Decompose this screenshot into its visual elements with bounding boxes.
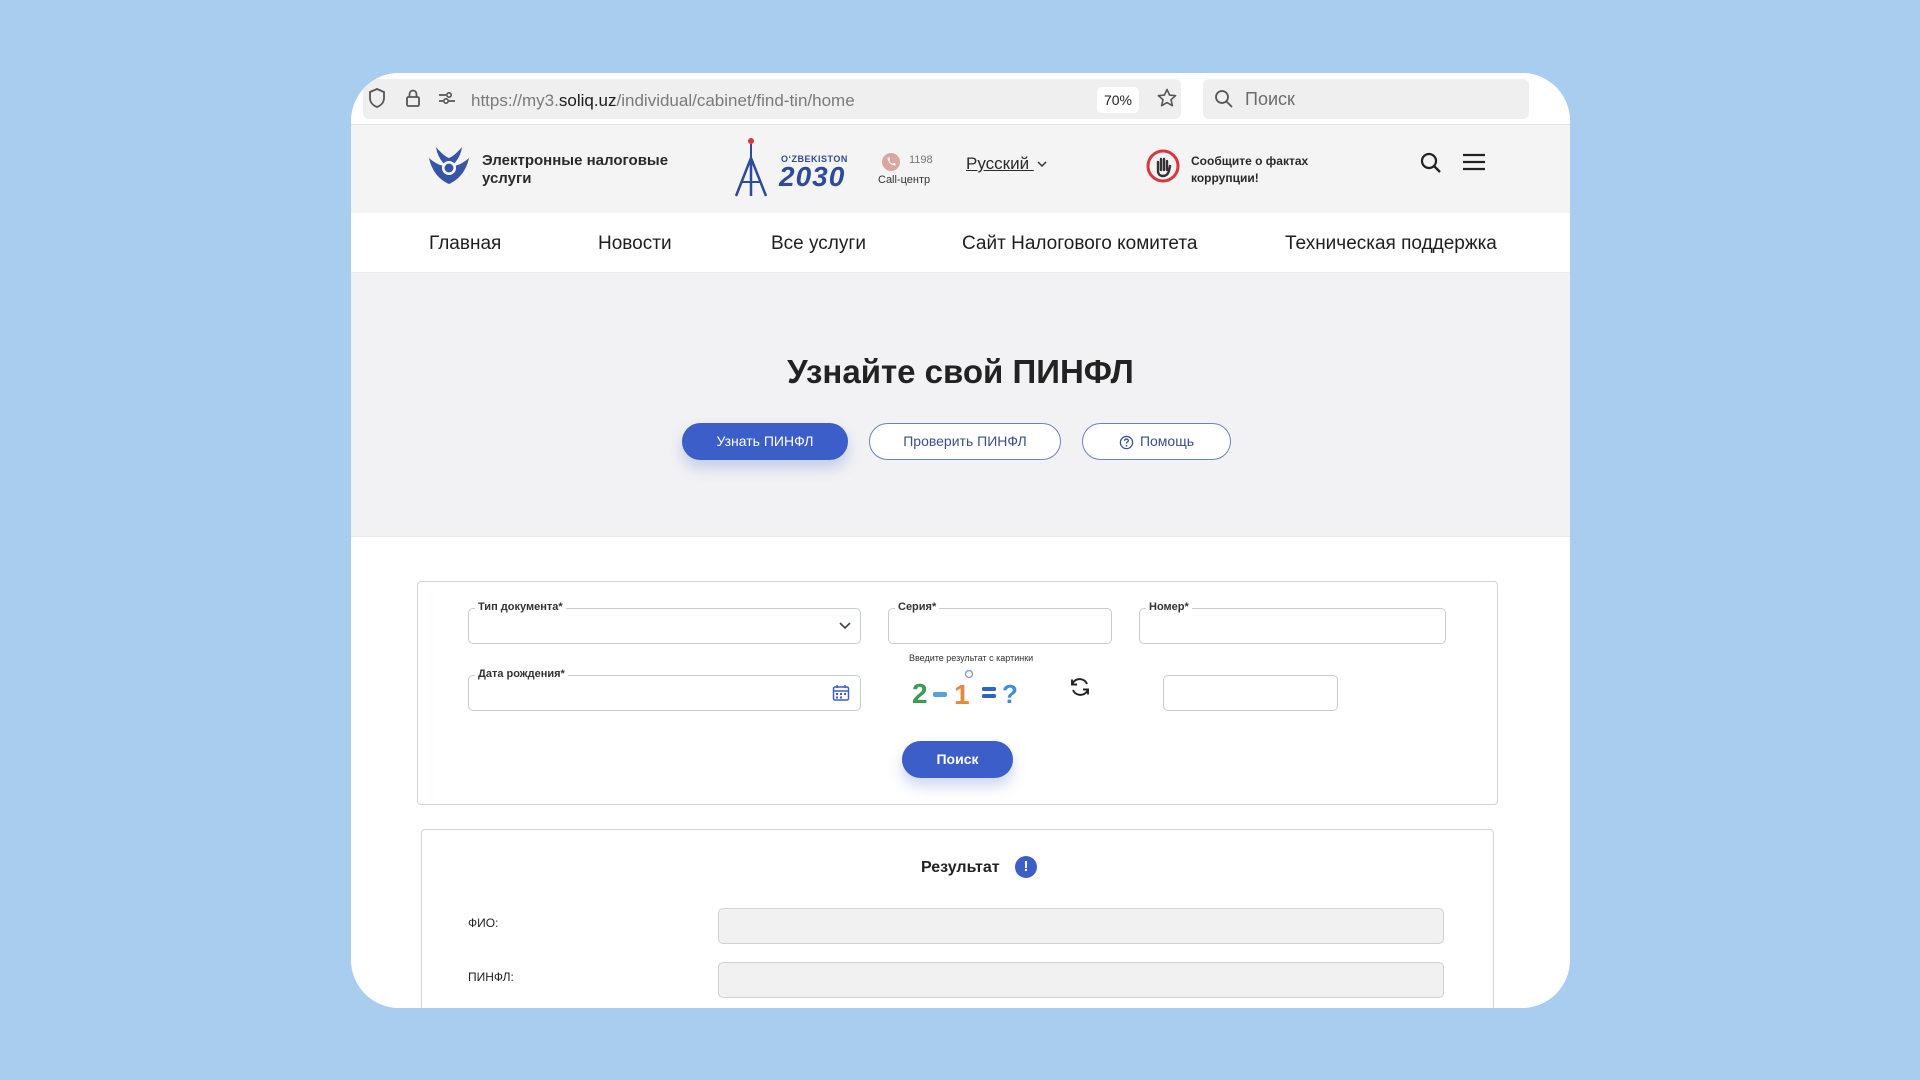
fio-output-field [718,908,1444,944]
help-label: Помощь [1139,433,1195,449]
nav-item-home[interactable]: Главная [429,233,501,255]
info-icon[interactable]: ! [1015,856,1037,878]
captcha-image: 2 1 ? [912,669,1018,709]
refresh-captcha-icon[interactable] [1068,675,1092,699]
call-center-number[interactable]: 1198 [909,154,933,166]
page-title: Узнайте свой ПИНФЛ [787,353,1134,390]
tv-tower-icon [734,138,768,197]
nav-item-support[interactable]: Техническая поддержка [1285,233,1497,255]
document-type-label: Тип документа* [475,601,566,613]
uzbekistan-2030-year: 2030 [779,161,846,192]
browser-toolbar: https://my3.soliq.uz/individual/cabinet/… [351,73,1570,125]
calendar-icon[interactable] [832,684,850,702]
url-text: https://my3.soliq.uz/individual/cabinet/… [471,91,855,110]
zoom-level-badge[interactable]: 70% [1097,87,1139,113]
birth-date-label: Дата рождения* [475,668,568,680]
captcha-hint: Введите результат с картинки [909,653,1034,663]
series-label: Серия* [895,601,940,613]
browser-search-placeholder: Поиск [1245,89,1295,109]
check-pinfl-tab[interactable]: Проверить ПИНФЛ [869,423,1061,460]
bookmark-star-icon[interactable] [1156,87,1178,109]
chevron-down-icon [839,622,851,630]
series-input[interactable]: Серия* [888,601,1112,644]
nav-item-news[interactable]: Новости [598,233,672,255]
language-label: Русский [966,154,1030,173]
number-input[interactable]: Номер* [1139,601,1446,644]
pinfl-label: ПИНФЛ: [468,970,514,984]
phone-icon[interactable] [881,152,901,172]
help-button[interactable]: Помощь [1082,423,1231,460]
nav-item-all-services[interactable]: Все услуги [771,233,866,255]
site-search-icon[interactable] [1419,151,1443,175]
number-label: Номер* [1146,601,1192,613]
search-icon [1215,90,1233,108]
browser-window: https://my3.soliq.uz/individual/cabinet/… [351,73,1570,1008]
menu-icon[interactable] [1461,151,1487,173]
hero-section [351,273,1570,537]
captcha-answer-input[interactable] [1163,675,1338,711]
pinfl-output-field [718,962,1444,998]
document-type-select[interactable]: Тип документа* [468,601,861,644]
chevron-down-icon [1037,161,1047,168]
fio-label: ФИО: [468,916,499,930]
svg-text:?: ? [1002,679,1018,709]
svg-text:2: 2 [912,678,928,709]
nav-item-tax-committee[interactable]: Сайт Налогового комитета [962,233,1197,255]
result-title: Результат [921,859,1000,876]
search-button[interactable]: Поиск [902,741,1013,778]
shield-icon[interactable] [366,87,388,109]
stop-hand-icon[interactable] [1146,149,1180,183]
call-center-label: Call-центр [878,174,931,186]
birth-date-input[interactable]: Дата рождения* [468,668,861,711]
svg-text:1: 1 [954,679,970,709]
site-permissions-icon[interactable] [436,87,458,109]
eagle-logo-icon[interactable] [426,144,472,188]
report-corruption-link[interactable]: Сообщите о фактах коррупции! [1191,153,1331,187]
language-selector[interactable]: Русский [966,154,1048,174]
logo-text[interactable]: Электронные налоговые услуги [482,152,682,188]
browser-search-input[interactable]: Поиск [1203,79,1529,119]
help-circle-icon [1119,435,1134,450]
lock-icon[interactable] [402,87,424,109]
find-pinfl-tab[interactable]: Узнать ПИНФЛ [682,423,848,460]
